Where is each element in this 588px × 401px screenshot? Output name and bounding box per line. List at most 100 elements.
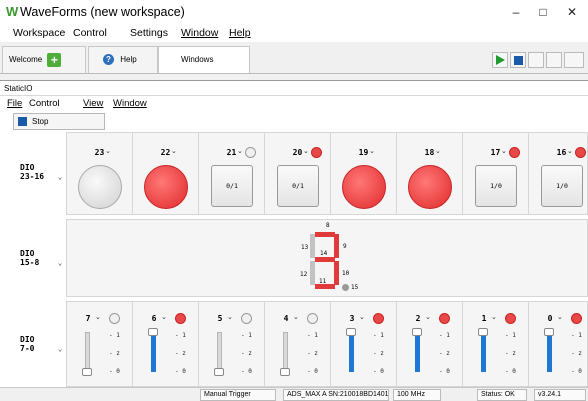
chevron-down-icon[interactable]: ⌄: [501, 147, 507, 155]
segment-13[interactable]: [310, 234, 315, 258]
stop-button[interactable]: Stop: [13, 113, 105, 130]
menu-help[interactable]: Help: [229, 27, 251, 39]
segment-label: 9: [343, 243, 347, 250]
slider-tick: - 0: [373, 368, 384, 375]
segment-14[interactable]: [315, 257, 335, 262]
menu-view[interactable]: View: [83, 98, 103, 109]
dio-6-slider-knob[interactable]: [148, 328, 158, 336]
menu-control[interactable]: Control: [29, 98, 60, 109]
segment-15-dot[interactable]: [342, 284, 349, 291]
dio-20-button[interactable]: 0/1: [277, 165, 319, 207]
dio-7-slider-knob[interactable]: [82, 368, 92, 376]
slider-tick: - z: [307, 350, 318, 357]
chevron-down-icon[interactable]: ⌄: [435, 147, 441, 155]
app-window: W WaveForms (new workspace) – □ ✕ Worksp…: [0, 0, 588, 401]
dio-5-slider-track[interactable]: [217, 332, 222, 372]
group-label-dio-7-0: DIO 7-0 ⌄: [20, 335, 63, 353]
segment-8[interactable]: [315, 232, 335, 237]
chevron-down-icon[interactable]: ⌄: [227, 313, 233, 321]
slider-tick: - z: [571, 350, 582, 357]
slider-tick: - 1: [307, 332, 318, 339]
pin-label: 5: [217, 314, 223, 323]
chevron-down-icon[interactable]: ⌄: [293, 313, 299, 321]
window-icon[interactable]: [546, 52, 562, 68]
chevron-down-icon[interactable]: ⌄: [105, 147, 111, 155]
segment-10[interactable]: [334, 261, 339, 285]
chevron-down-icon[interactable]: ⌄: [161, 313, 167, 321]
chevron-down-icon[interactable]: ⌄: [237, 147, 243, 155]
dio-23-cell: 23 ⌄: [67, 133, 133, 214]
menu-file[interactable]: File: [7, 98, 22, 109]
tab-windows[interactable]: Windows: [158, 46, 250, 73]
staticio-menu: File Control View Window: [0, 97, 588, 111]
dio-16-state-led: [575, 147, 586, 158]
dio-0-slider-knob[interactable]: [544, 328, 554, 336]
menu-control[interactable]: Control: [73, 27, 107, 39]
segment-label: 12: [300, 271, 308, 278]
pin-label: 19: [358, 148, 369, 157]
dio-2-slider-knob[interactable]: [412, 328, 422, 336]
chevron-down-icon[interactable]: ⌄: [95, 313, 101, 321]
frequency-info[interactable]: 100 MHz: [393, 389, 441, 401]
dio-6-state-led: [175, 313, 186, 324]
pin-label: 18: [424, 148, 435, 157]
dio-5-slider-knob[interactable]: [214, 368, 224, 376]
slider-tick: - z: [109, 350, 120, 357]
dio-0-cell: 0 ⌄ - 1 - z - 0: [529, 302, 588, 386]
chevron-down-icon[interactable]: ⌄: [557, 313, 563, 321]
pin-label: 6: [151, 314, 157, 323]
dio-18-cell: 18 ⌄: [397, 133, 463, 214]
main-menu: Workspace Control Settings Window Help: [0, 24, 588, 42]
segment-12[interactable]: [310, 261, 315, 285]
dio-1-slider-knob[interactable]: [478, 328, 488, 336]
menu-settings[interactable]: Settings: [130, 27, 168, 39]
dio-2-state-led: [439, 313, 450, 324]
menu-window[interactable]: Window: [181, 27, 218, 39]
dio-3-slider-knob[interactable]: [346, 328, 356, 336]
chevron-down-icon[interactable]: ⌄: [359, 313, 365, 321]
slider-tick: - 1: [175, 332, 186, 339]
close-button[interactable]: ✕: [552, 2, 588, 22]
dio-4-slider-track[interactable]: [283, 332, 288, 372]
dio-4-slider-knob[interactable]: [280, 368, 290, 376]
manual-trigger-button[interactable]: Manual Trigger: [200, 389, 276, 401]
status-text: Status: OK: [477, 389, 527, 401]
add-icon[interactable]: +: [47, 52, 62, 67]
menu-workspace[interactable]: Workspace: [13, 27, 65, 39]
menu-window[interactable]: Window: [113, 98, 147, 109]
pin-label: 1: [481, 314, 487, 323]
dio-4-state-led: [307, 313, 318, 324]
segment-9[interactable]: [334, 234, 339, 258]
dio-17-button[interactable]: 1/0: [475, 165, 517, 207]
segment-label: 13: [301, 244, 309, 251]
dio-5-cell: 5 ⌄ - 1 - z - 0: [199, 302, 265, 386]
chevron-down-icon[interactable]: ⌄: [303, 147, 309, 155]
window-icon[interactable]: [528, 52, 544, 68]
device-info[interactable]: ADS_MAX A SN:210018BD1401: [283, 389, 389, 401]
dio-0-state-led: [571, 313, 582, 324]
chevron-down-icon[interactable]: ⌄: [369, 147, 375, 155]
chevron-down-icon[interactable]: ⌄: [567, 147, 573, 155]
dio-0-slider-fill: [547, 332, 552, 372]
seven-segment-display: 8 13 14 9 12 11 10 15: [293, 220, 363, 298]
tab-help[interactable]: ? Help: [88, 46, 158, 73]
stop-icon[interactable]: [510, 52, 526, 68]
dio-16-button[interactable]: 1/0: [541, 165, 583, 207]
pin-label: 23: [94, 148, 105, 157]
chevron-down-icon[interactable]: ⌄: [171, 147, 177, 155]
settings-icon[interactable]: [564, 52, 584, 68]
dio-22-cell: 22 ⌄: [133, 133, 199, 214]
dio-21-button[interactable]: 0/1: [211, 165, 253, 207]
tab-welcome-label: Welcome: [9, 55, 43, 64]
run-icon[interactable]: [492, 52, 508, 68]
dio-19-led: [342, 165, 386, 209]
segment-label: 10: [342, 270, 350, 277]
segment-label: 14: [320, 250, 328, 257]
chevron-down-icon[interactable]: ⌄: [425, 313, 431, 321]
dio-7-slider-track[interactable]: [85, 332, 90, 372]
chevron-down-icon[interactable]: ⌄: [491, 313, 497, 321]
version-text: v3.24.1: [534, 389, 586, 401]
tab-welcome[interactable]: Welcome +: [2, 46, 86, 73]
staticio-window: StaticIO File Control View Window Stop D…: [0, 80, 588, 401]
dio-6-slider-fill: [151, 332, 156, 372]
